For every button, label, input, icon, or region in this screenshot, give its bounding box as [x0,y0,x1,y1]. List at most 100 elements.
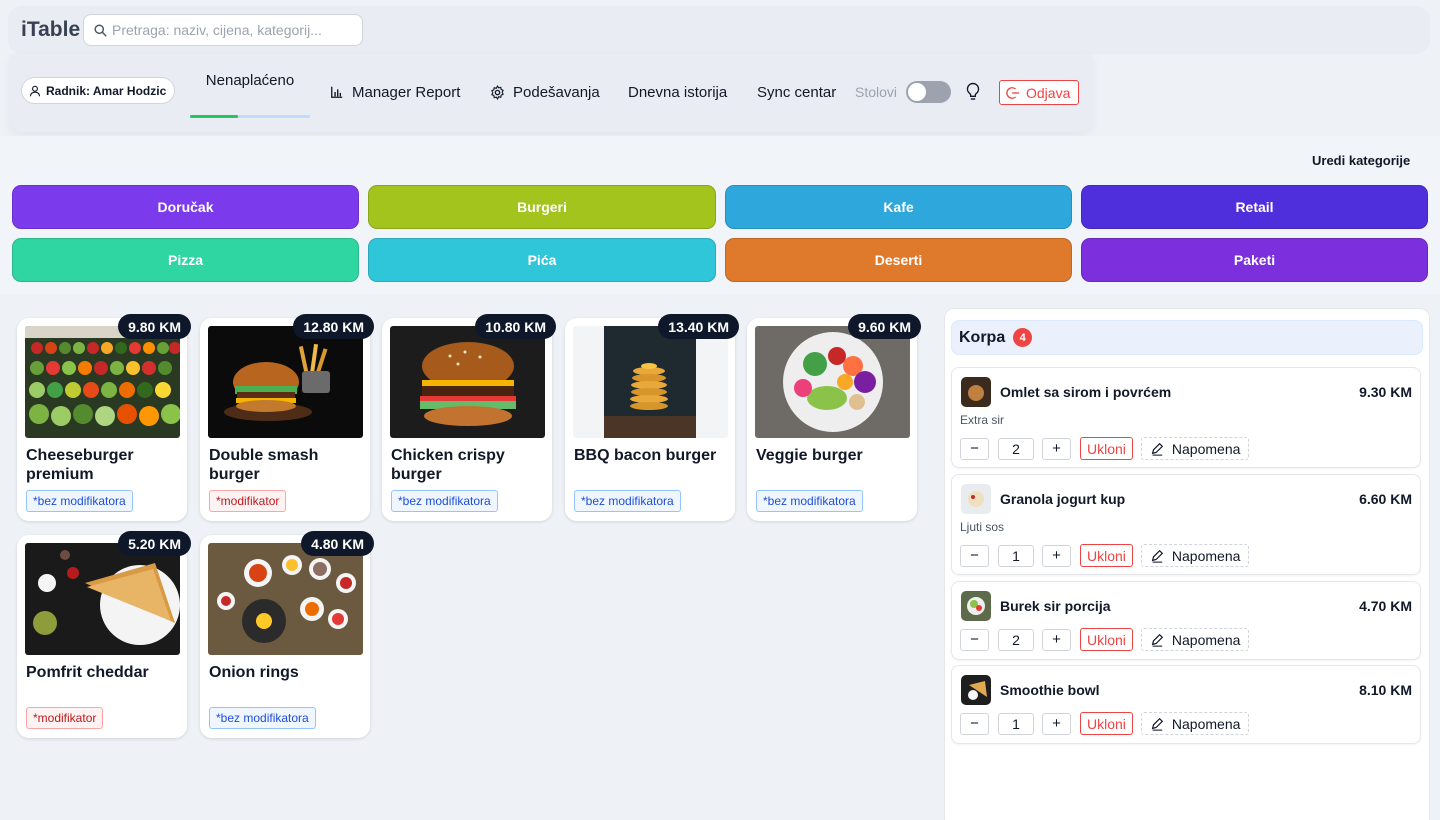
increase-qty-button[interactable]: + [1042,437,1071,460]
item-price: 9.30 KM [1359,384,1412,400]
product-name: Pomfrit cheddar [26,664,149,681]
increase-qty-button[interactable]: + [1042,544,1071,567]
categories-area: Uredi kategorije Doručak Burgeri Kafe Re… [0,136,1440,294]
qty-value[interactable]: 1 [998,712,1034,735]
modifier-tag: *modifikator [209,490,287,512]
qty-value[interactable]: 2 [998,628,1034,651]
decrease-qty-button[interactable]: − [960,628,989,651]
remove-button[interactable]: Ukloni [1080,544,1133,567]
category-button[interactable]: Pića [368,238,716,282]
sync-center-button[interactable]: Sync centar [747,76,847,108]
note-label: Napomena [1171,440,1241,457]
item-controls: − 1 + Ukloni Napomena [960,544,1250,567]
decrease-qty-button[interactable]: − [960,437,989,460]
cart-count-badge: 4 [1013,328,1033,347]
note-button[interactable]: Napomena [1140,712,1250,735]
category-button[interactable]: Kafe [725,185,1072,229]
qty-value[interactable]: 1 [998,544,1034,567]
product-card[interactable]: 4.80 KM Onion rings *bez modifikatora [200,531,374,738]
decrease-qty-button[interactable]: − [960,544,989,567]
note-button[interactable]: Napomena [1140,544,1250,567]
product-card[interactable]: 9.60 KM Veggie burger *bez modifikatora [747,314,921,521]
nav-panel: Radnik: Amar Hodzic Nenaplaćeno Manager … [10,54,1092,132]
cart-panel: Korpa 4 Omlet sa sirom i povrćem 9.30 KM… [944,308,1430,820]
products-grid: 9.80 KM Cheeseburger premium *bez modifi… [0,302,936,820]
modifier-tag: *modifikator [26,707,104,729]
modifier-tag: *bez modifikatora [391,490,498,512]
item-name: Granola jogurt kup [1000,491,1126,507]
tab-unpaid-label: Nenaplaćeno [205,72,295,89]
item-name: Smoothie bowl [1000,682,1100,698]
item-price: 6.60 KM [1359,491,1412,507]
tab-unpaid[interactable]: Nenaplaćeno [190,58,310,118]
gear-icon [491,84,504,100]
sync-center-label: Sync centar [757,83,837,101]
logout-button[interactable]: Odjava [999,80,1080,105]
manager-report-button[interactable]: Manager Report [320,76,471,108]
product-card[interactable]: 13.40 KM BBQ bacon burger *bez modifikat… [565,314,739,521]
daily-history-button[interactable]: Dnevna istorija [618,76,738,108]
category-label: Burgeri [517,199,567,215]
product-card[interactable]: 10.80 KM Chicken crispy burger *bez modi… [382,314,556,521]
logout-icon [1006,86,1020,99]
search-input[interactable] [112,22,352,38]
product-card[interactable]: 5.20 KM Pomfrit cheddar *modifikator [17,531,191,738]
cart-item: Omlet sa sirom i povrćem 9.30 KM Extra s… [951,367,1421,468]
increase-qty-button[interactable]: + [1042,628,1071,651]
note-button[interactable]: Napomena [1140,628,1250,651]
item-name: Burek sir porcija [1000,598,1111,614]
category-button[interactable]: Pizza [12,238,359,282]
category-button[interactable]: Burgeri [368,185,716,229]
cart-title: Korpa [959,328,1006,346]
remove-button[interactable]: Ukloni [1080,437,1133,460]
tables-toggle[interactable] [906,81,951,103]
chart-icon [331,86,343,98]
item-modifier: Ljuti sos [960,520,1005,534]
pencil-icon [1151,717,1164,731]
price-badge: 9.80 KM [118,314,191,339]
product-name: Double smash burger [209,447,319,483]
category-button[interactable]: Deserti [725,238,1072,282]
logout-label: Odjava [1026,84,1071,101]
worker-badge[interactable]: Radnik: Amar Hodzic [21,77,176,104]
decrease-qty-button[interactable]: − [960,712,989,735]
category-label: Retail [1235,199,1274,215]
category-button[interactable]: Doručak [12,185,359,229]
pencil-icon [1151,549,1164,563]
cart-item: Smoothie bowl 8.10 KM − 1 + Ukloni Napom… [951,665,1421,744]
worker-label: Radnik: Amar Hodzic [46,83,167,98]
remove-button[interactable]: Ukloni [1080,712,1133,735]
edit-categories-link[interactable]: Uredi kategorije [1312,153,1410,168]
item-controls: − 2 + Ukloni Napomena [960,628,1250,651]
settings-button[interactable]: Podešavanja [480,76,610,108]
lightbulb-icon[interactable] [965,82,981,107]
qty-value[interactable]: 2 [998,437,1034,460]
remove-button[interactable]: Ukloni [1080,628,1133,651]
category-label: Pizza [167,252,203,268]
search-icon [94,23,107,37]
item-controls: − 2 + Ukloni Napomena [960,437,1250,460]
item-price: 8.10 KM [1359,682,1412,698]
toggle-knob [908,83,926,101]
increase-qty-button[interactable]: + [1042,712,1071,735]
item-thumbnail [961,675,991,705]
price-badge: 5.20 KM [118,531,191,556]
product-card[interactable]: 12.80 KM Double smash burger *modifikato… [200,314,374,521]
product-card[interactable]: 9.80 KM Cheeseburger premium *bez modifi… [17,314,191,521]
cart-item: Burek sir porcija 4.70 KM − 2 + Ukloni N… [951,581,1421,660]
price-badge: 4.80 KM [301,531,374,556]
price-badge: 12.80 KM [293,314,374,339]
category-label: Pića [527,252,557,268]
modifier-tag: *bez modifikatora [209,707,316,729]
search-box[interactable] [83,14,363,46]
category-button[interactable]: Paketi [1081,238,1428,282]
modifier-tag: *bez modifikatora [756,490,863,512]
burger-fries-image [208,326,363,438]
modifier-tag: *bez modifikatora [574,490,681,512]
item-name: Omlet sa sirom i povrćem [1000,384,1172,400]
product-name: BBQ bacon burger [574,447,717,464]
app-title: iTable [21,18,81,41]
category-button[interactable]: Retail [1081,185,1428,229]
item-price: 4.70 KM [1359,598,1412,614]
note-button[interactable]: Napomena [1140,437,1250,460]
